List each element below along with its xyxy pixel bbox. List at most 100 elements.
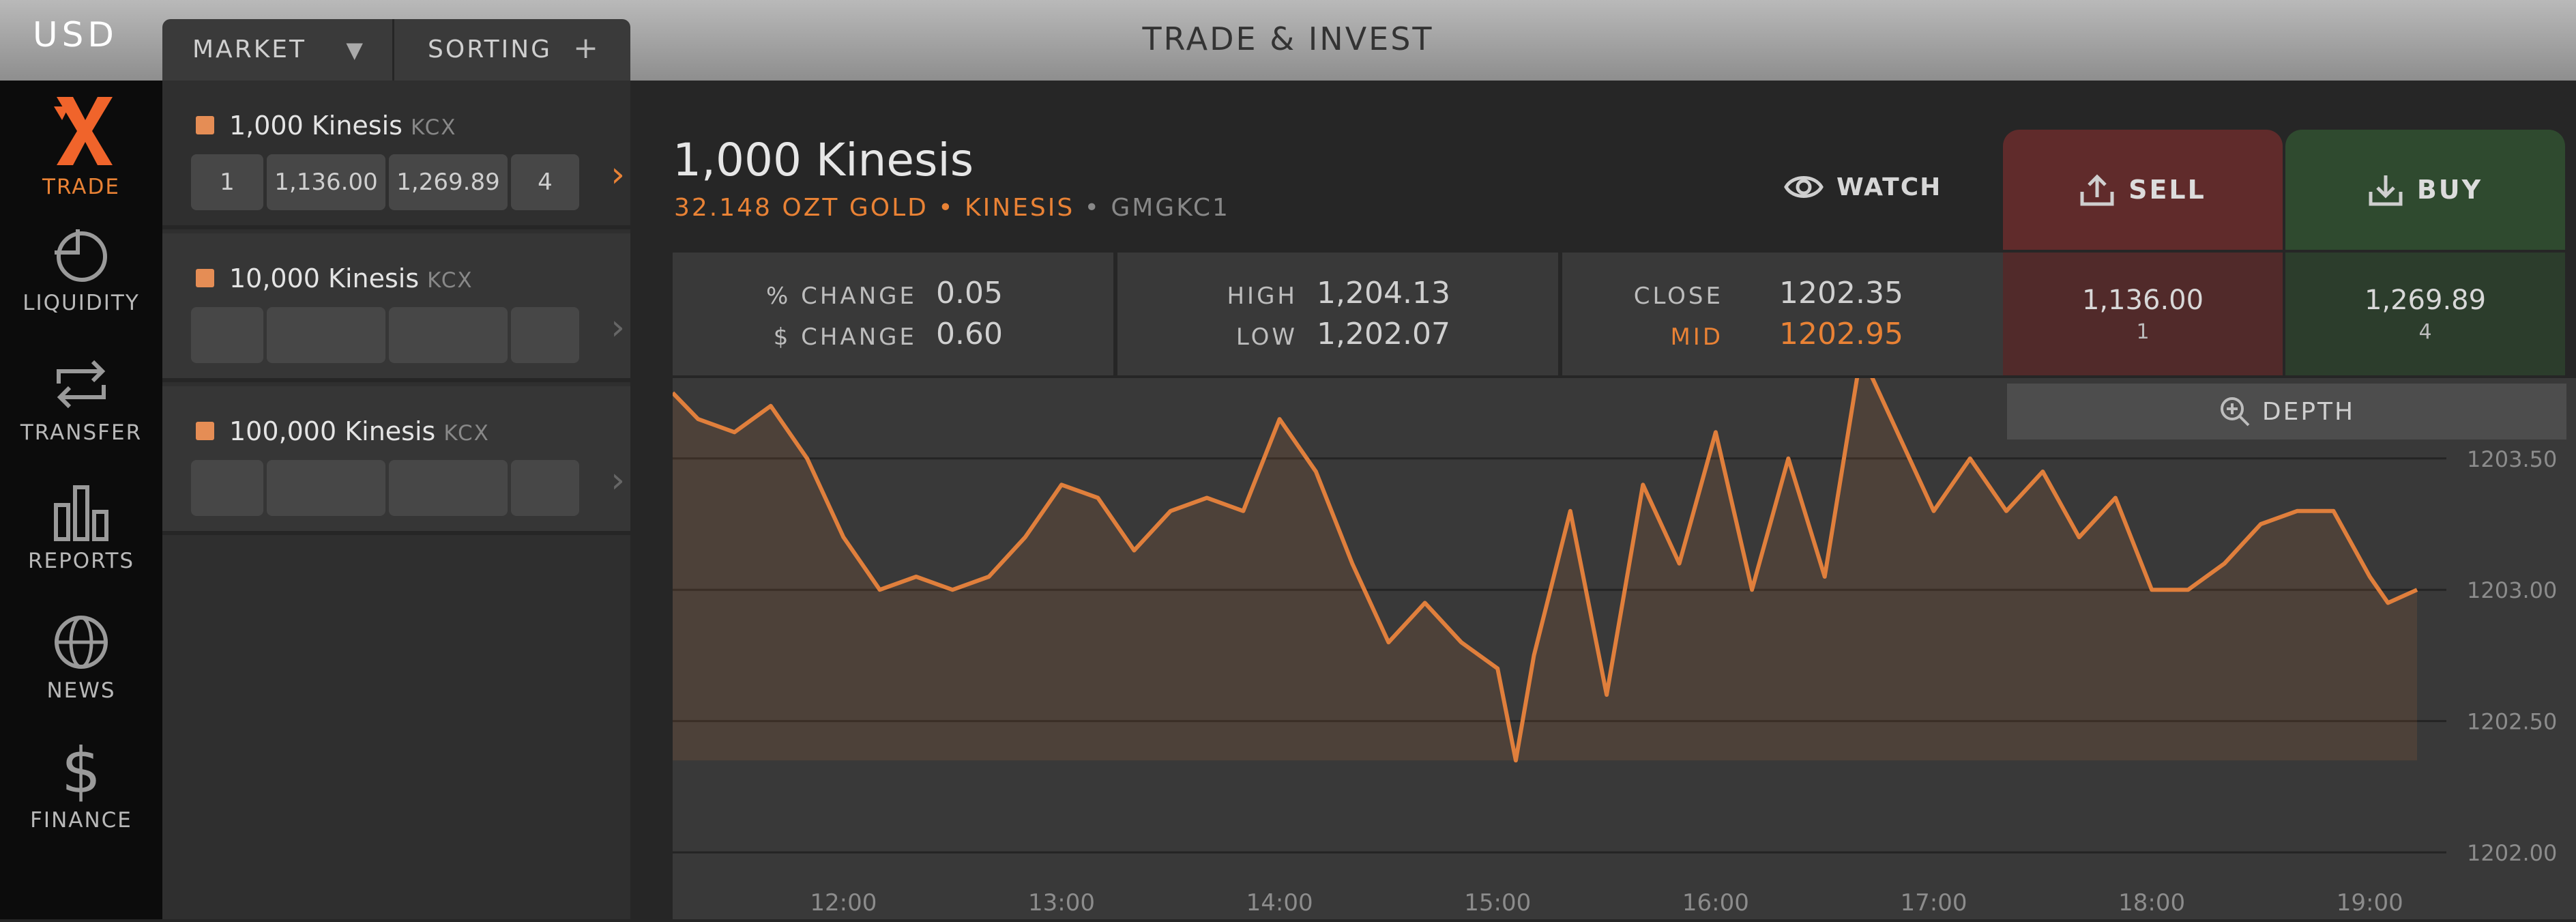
sidebar-item-label: FINANCE	[0, 808, 162, 833]
buy-button[interactable]: BUY	[2285, 130, 2565, 250]
depth-label: DEPTH	[2262, 398, 2355, 426]
list-tabs: MARKET ▼ SORTING +	[162, 19, 630, 81]
globe-icon	[50, 611, 112, 673]
x-tick-label: 18:00	[2118, 889, 2185, 917]
sidebar-item-finance[interactable]: $ FINANCE	[0, 740, 162, 833]
x-tick-label: 16:00	[1682, 889, 1749, 917]
bid-qty	[191, 460, 263, 516]
y-tick-label: 1202.00	[2467, 840, 2557, 866]
buy-price: 1,269.89	[2365, 285, 2486, 316]
chevron-right-icon: ›	[611, 154, 625, 195]
quote-cells	[191, 460, 583, 516]
market-name-label: 10,000 Kinesis	[229, 263, 419, 293]
bid-price: 1,136.00	[267, 154, 385, 210]
usd-change-label: $ CHANGE	[774, 323, 917, 351]
market-name: 1,000 Kinesis KCX	[229, 111, 456, 141]
chevron-right-icon: ›	[611, 460, 625, 501]
bid-price	[267, 307, 385, 363]
sidebar-item-label: TRANSFER	[0, 420, 162, 445]
chevron-right-icon: ›	[611, 307, 625, 348]
plus-icon: +	[573, 18, 600, 79]
pie-chart-icon	[50, 224, 112, 285]
watch-label: WATCH	[1836, 173, 1942, 201]
transfer-arrows-icon	[50, 354, 112, 415]
ask-qty	[511, 307, 579, 363]
asset-description: 32.148 OZT GOLD • KINESIS	[674, 194, 1074, 222]
bid-qty: 1	[191, 154, 263, 210]
sidebar-item-reports[interactable]: REPORTS	[0, 482, 162, 573]
buy-quantity: 4	[2418, 320, 2431, 344]
sell-price: 1,136.00	[2082, 285, 2204, 316]
usd-change-value: 0.60	[936, 317, 1003, 351]
market-name-label: 100,000 Kinesis	[229, 416, 435, 446]
quote-cells	[191, 307, 583, 363]
ask-price	[389, 307, 508, 363]
x-tick-label: 19:00	[2337, 889, 2403, 917]
y-tick-label: 1203.50	[2467, 446, 2557, 472]
price-chart-svg: 1202.001202.501203.001203.501204.001204.…	[673, 378, 2576, 919]
list-item-market[interactable]: 10,000 Kinesis KCX ›	[162, 233, 630, 382]
sidebar-item-transfer[interactable]: TRANSFER	[0, 354, 162, 445]
top-bar: USD TRADE & INVEST MARKET ▼ SORTING +	[0, 0, 2576, 81]
close-label: CLOSE	[1634, 283, 1723, 310]
watch-button[interactable]: WATCH	[1783, 172, 1942, 202]
tab-market-label: MARKET	[192, 35, 306, 63]
sell-label: SELL	[2128, 175, 2206, 205]
bid-price	[267, 460, 385, 516]
asset-subtitle: 32.148 OZT GOLD • KINESIS • GMGKC1	[674, 194, 1230, 222]
tab-market[interactable]: MARKET ▼	[162, 19, 394, 81]
bid-qty	[191, 307, 263, 363]
low-value: 1,202.07	[1317, 317, 1450, 351]
close-value: 1202.35	[1779, 276, 1903, 311]
x-tick-label: 15:00	[1464, 889, 1531, 917]
download-icon	[2368, 173, 2403, 207]
tab-sorting-label: SORTING	[428, 35, 552, 63]
price-chart[interactable]: 1202.001202.501203.001203.501204.001204.…	[673, 378, 2576, 919]
market-list: 1,000 Kinesis KCX 1 1,136.00 1,269.89 4 ›…	[162, 81, 630, 919]
market-code: KCX	[411, 115, 457, 140]
ask-price	[389, 460, 508, 516]
sidebar-item-label: TRADE	[0, 175, 162, 199]
pct-change-value: 0.05	[936, 276, 1003, 311]
upload-icon	[2079, 173, 2115, 207]
ask-price: 1,269.89	[389, 154, 508, 210]
kinesis-logo-icon	[47, 93, 115, 169]
sidebar-item-liquidity[interactable]: LIQUIDITY	[0, 224, 162, 315]
mid-label: MID	[1670, 323, 1723, 351]
sidebar-item-trade[interactable]: TRADE	[0, 93, 162, 199]
list-item-market[interactable]: 100,000 KinesisKCX ›	[162, 386, 630, 535]
buy-price-box[interactable]: 1,269.89 4	[2285, 253, 2565, 375]
sidebar-item-label: LIQUIDITY	[0, 291, 162, 315]
low-label: LOW	[1236, 323, 1298, 351]
market-code: KCX	[427, 268, 473, 293]
dollar-icon: $	[0, 740, 162, 803]
market-name: 100,000 KinesisKCX	[229, 416, 490, 446]
mid-value: 1202.95	[1779, 317, 1903, 351]
high-value: 1,204.13	[1317, 276, 1450, 311]
sell-button[interactable]: SELL	[2003, 130, 2283, 250]
y-tick-label: 1202.50	[2467, 709, 2557, 735]
sell-quantity: 1	[2136, 320, 2149, 344]
zoom-in-icon	[2219, 395, 2251, 428]
pct-change-label: % CHANGE	[766, 283, 917, 310]
sidebar-nav: TRADE LIQUIDITY TRANSFER REPORTS NEWS $	[0, 81, 162, 919]
sell-price-box[interactable]: 1,136.00 1	[2003, 253, 2283, 375]
ask-qty: 4	[511, 154, 579, 210]
asset-code: • GMGKC1	[1085, 194, 1230, 222]
list-item-market[interactable]: 1,000 Kinesis KCX 1 1,136.00 1,269.89 4 ›	[162, 81, 630, 229]
high-label: HIGH	[1227, 283, 1298, 310]
asset-title: 1,000 Kinesis	[673, 134, 974, 186]
x-tick-label: 12:00	[810, 889, 877, 917]
trade-panel: 1,000 Kinesis 32.148 OZT GOLD • KINESIS …	[630, 81, 2576, 919]
market-name-label: 1,000 Kinesis	[229, 111, 402, 141]
market-name: 10,000 Kinesis KCX	[229, 263, 473, 293]
ask-qty	[511, 460, 579, 516]
quote-cells: 1 1,136.00 1,269.89 4	[191, 154, 583, 210]
tab-sorting[interactable]: SORTING +	[396, 19, 630, 81]
buy-label: BUY	[2417, 175, 2483, 205]
change-stats: % CHANGE 0.05 $ CHANGE 0.60	[673, 253, 1113, 375]
color-marker	[196, 422, 214, 440]
sidebar-item-news[interactable]: NEWS	[0, 611, 162, 703]
x-tick-label: 13:00	[1028, 889, 1095, 917]
depth-button[interactable]: DEPTH	[2007, 384, 2566, 440]
